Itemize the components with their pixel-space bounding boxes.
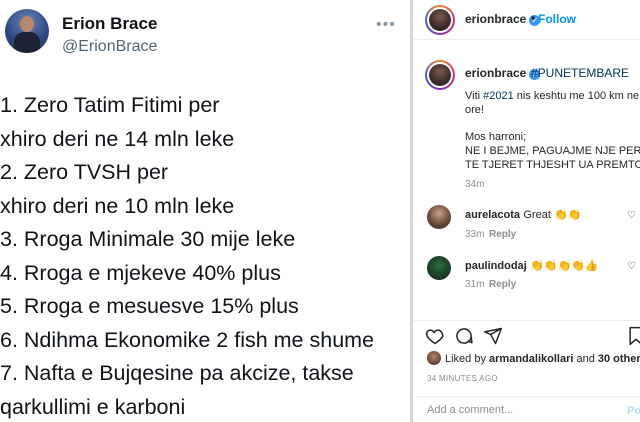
avatar-image xyxy=(429,64,451,86)
commenter-username[interactable]: aurelacota xyxy=(465,209,520,221)
tweet-line: xhiro deri ne 10 mln leke xyxy=(0,193,235,218)
tweet-line: 1. Zero Tatim Fitimi per xyxy=(0,93,220,117)
caption-text: Viti xyxy=(465,90,484,102)
heart-icon-svg xyxy=(425,329,444,345)
avatar-head xyxy=(20,16,34,32)
tweet-line: 7. Nafta e Bujqesine pa akcize, takse xyxy=(0,361,354,385)
tweet-author-name[interactable]: Erion Brace xyxy=(62,14,157,34)
avatar-image xyxy=(429,9,451,31)
avatar-body xyxy=(14,32,40,53)
tweet-line: 4. Rroga e mjekeve 40% plus xyxy=(0,260,281,285)
separator-dot: • xyxy=(531,11,536,25)
post-comment-button[interactable]: Post xyxy=(627,405,640,417)
more-options-icon[interactable]: ••• xyxy=(376,16,396,34)
tweet-text: 1. Zero Tatim Fitimi per xhiro deri ne 1… xyxy=(0,89,410,422)
caption-text: nis keshtu me 100 km ne xyxy=(513,90,640,102)
caption-year-hashtag-link[interactable]: #2021 xyxy=(483,90,514,102)
caption-line: Mos harroni; xyxy=(465,131,527,143)
liker-avatar[interactable] xyxy=(427,351,441,365)
tweet-line: 5. Rroga e mesuesve 15% plus xyxy=(0,294,299,318)
clap-emoji: 👏👏 xyxy=(554,208,582,221)
post-actions-bar xyxy=(413,320,640,350)
comment-like-heart-icon[interactable]: ♡ xyxy=(627,210,636,221)
likes-summary: Liked by armandalikollari and 30 others xyxy=(427,351,640,365)
header-avatar[interactable] xyxy=(425,5,455,35)
post-header: erionbrace ✓ • Follow xyxy=(413,0,640,40)
tweet-line: 3. Rroga Minimale 30 mije leke xyxy=(0,227,296,251)
comment: aurelacota Great 👏👏 xyxy=(465,207,582,221)
tweet-author-handle[interactable]: @ErionBrace xyxy=(62,38,157,56)
comment-timestamp[interactable]: 31m xyxy=(465,279,484,290)
caption-line: NE I BEJME, PAGUAJME NJE PER NJE, xyxy=(465,145,640,157)
liker-username[interactable]: armandalikollari xyxy=(489,353,573,365)
comment-icon-svg xyxy=(456,328,473,344)
likes-others-link[interactable]: 30 others xyxy=(598,353,640,365)
comment-reply-button[interactable]: Reply xyxy=(489,279,516,290)
tweet-line: 6. Ndihma Ekonomike 2 fish me shume xyxy=(0,327,375,352)
share-icon-svg xyxy=(483,327,503,345)
caption-hashtag-link[interactable]: #PUNETEMBARE xyxy=(531,66,629,80)
share-icon[interactable] xyxy=(482,326,504,348)
caption-line: ore! xyxy=(465,104,484,116)
likes-prefix: Liked by xyxy=(445,353,490,365)
tweet-line: qarkullimi e karboni xyxy=(0,394,186,419)
comment-like-heart-icon[interactable]: ♡ xyxy=(627,261,636,272)
commenter-avatar[interactable] xyxy=(427,256,451,280)
heart-icon[interactable] xyxy=(424,326,446,348)
comment-text: Great xyxy=(523,209,551,221)
post-timestamp[interactable]: 34 MINUTES AGO xyxy=(427,374,498,383)
comment-reply-button[interactable]: Reply xyxy=(489,229,516,240)
caption-avatar[interactable] xyxy=(425,60,455,90)
comment-icon[interactable] xyxy=(453,326,475,348)
bookmark-icon-svg xyxy=(629,326,640,346)
bookmark-icon[interactable] xyxy=(625,326,640,348)
header-username-text: erionbrace xyxy=(465,12,527,26)
clap-thumbs-emoji: 👏👏👏👏👍 xyxy=(530,259,599,272)
add-comment-input[interactable] xyxy=(427,404,617,416)
commenter-username[interactable]: paulindodaj xyxy=(465,260,527,272)
tweet-author-avatar[interactable] xyxy=(5,9,49,53)
instagram-post-panel: erionbrace ✓ • Follow erionbrace ✓ #PUNETE… xyxy=(413,0,640,422)
caption-username-text: erionbrace xyxy=(465,66,527,80)
tweet-card: Erion Brace @ErionBrace ••• 1. Zero Tati… xyxy=(0,0,410,422)
caption-line: Viti #2021 nis keshtu me 100 km ne xyxy=(465,90,639,104)
header-username[interactable]: erionbrace ✓ xyxy=(465,12,541,26)
tweet-line: 2. Zero TVSH per xyxy=(0,160,169,184)
likes-middle: and xyxy=(573,353,598,365)
commenter-avatar[interactable] xyxy=(427,205,451,229)
tweet-line: xhiro deri ne 14 mln leke xyxy=(0,126,235,151)
comment: paulindodaj 👏👏👏👏👍 xyxy=(465,258,599,272)
comment-timestamp[interactable]: 33m xyxy=(465,229,484,240)
caption-timestamp[interactable]: 34m xyxy=(465,179,484,190)
caption-username[interactable]: erionbrace ✓ xyxy=(465,66,541,80)
add-comment-bar: Post xyxy=(413,396,640,422)
follow-button[interactable]: Follow xyxy=(538,12,576,26)
caption-line: TE TJERET THJESHT UA PREMTOJNE! xyxy=(465,159,640,171)
